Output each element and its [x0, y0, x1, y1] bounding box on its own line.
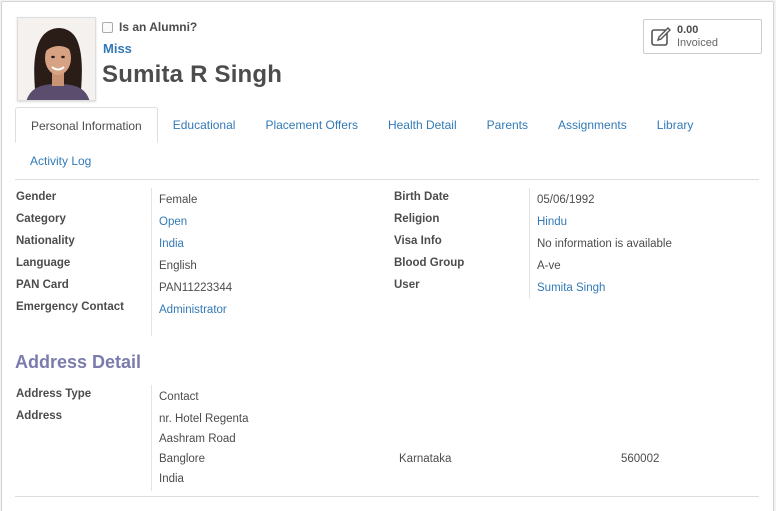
left-column-separator — [151, 188, 152, 336]
blood-group-value[interactable]: A-ve — [537, 260, 561, 272]
nationality-label: Nationality — [16, 235, 75, 247]
nationality-value[interactable]: India — [159, 238, 184, 250]
language-value[interactable]: English — [159, 260, 197, 272]
address-state[interactable]: Karnataka — [399, 453, 451, 465]
address-detail-heading: Address Detail — [15, 352, 142, 372]
category-label: Category — [16, 213, 66, 225]
address-type-label: Address Type — [16, 388, 92, 400]
pan-card-value[interactable]: PAN11223344 — [159, 282, 232, 294]
alumni-checkbox[interactable] — [102, 22, 113, 33]
edit-icon — [651, 26, 671, 46]
tabs-divider — [15, 179, 759, 180]
salutation-field[interactable]: Miss — [103, 41, 132, 56]
address-street[interactable]: nr. Hotel Regenta — [159, 413, 249, 425]
right-column-separator — [529, 188, 530, 298]
emergency-contact-value[interactable]: Administrator — [159, 304, 227, 316]
gender-label: Gender — [16, 191, 57, 203]
tab-personal-information[interactable]: Personal Information — [15, 107, 158, 143]
tab-assignments[interactable]: Assignments — [543, 107, 642, 143]
student-photo[interactable] — [17, 17, 96, 101]
student-name: Sumita R Singh — [102, 61, 283, 88]
gender-value[interactable]: Female — [159, 194, 197, 206]
address-city[interactable]: Banglore — [159, 453, 205, 465]
alumni-label: Is an Alumni? — [119, 20, 198, 34]
student-form-sheet: Is an Alumni? Miss Sumita R Singh 0.00 I… — [1, 1, 774, 511]
user-value[interactable]: Sumita Singh — [537, 282, 605, 294]
category-value[interactable]: Open — [159, 216, 187, 228]
tab-educational[interactable]: Educational — [158, 107, 251, 143]
invoiced-amount: 0.00 — [677, 23, 699, 36]
address-column-separator — [151, 385, 152, 491]
religion-label: Religion — [394, 213, 440, 225]
tab-health-detail[interactable]: Health Detail — [373, 107, 472, 143]
invoiced-button[interactable]: 0.00 Invoiced — [643, 19, 762, 54]
address-zip[interactable]: 560002 — [621, 453, 659, 465]
tab-activity-log[interactable]: Activity Log — [15, 143, 106, 179]
address-street2[interactable]: Aashram Road — [159, 433, 236, 445]
visa-info-label: Visa Info — [394, 235, 442, 247]
invoiced-label: Invoiced — [677, 36, 718, 49]
birth-date-label: Birth Date — [394, 191, 449, 203]
pan-card-label: PAN Card — [16, 279, 69, 291]
alumni-toggle[interactable]: Is an Alumni? — [102, 20, 197, 34]
address-type-value[interactable]: Contact — [159, 391, 199, 403]
form-bottom-divider — [15, 496, 759, 497]
address-country[interactable]: India — [159, 473, 184, 485]
religion-value[interactable]: Hindu — [537, 216, 567, 228]
blood-group-label: Blood Group — [394, 257, 465, 269]
language-label: Language — [16, 257, 71, 269]
tab-library[interactable]: Library — [642, 107, 709, 143]
student-photo-image — [18, 18, 95, 100]
visa-info-value[interactable]: No information is available — [537, 238, 672, 250]
tab-placement-offers[interactable]: Placement Offers — [250, 107, 372, 143]
address-label: Address — [16, 410, 63, 422]
birth-date-value[interactable]: 05/06/1992 — [537, 194, 595, 206]
user-label: User — [394, 279, 420, 291]
tab-parents[interactable]: Parents — [472, 107, 543, 143]
emergency-contact-label: Emergency Contact — [16, 301, 125, 313]
